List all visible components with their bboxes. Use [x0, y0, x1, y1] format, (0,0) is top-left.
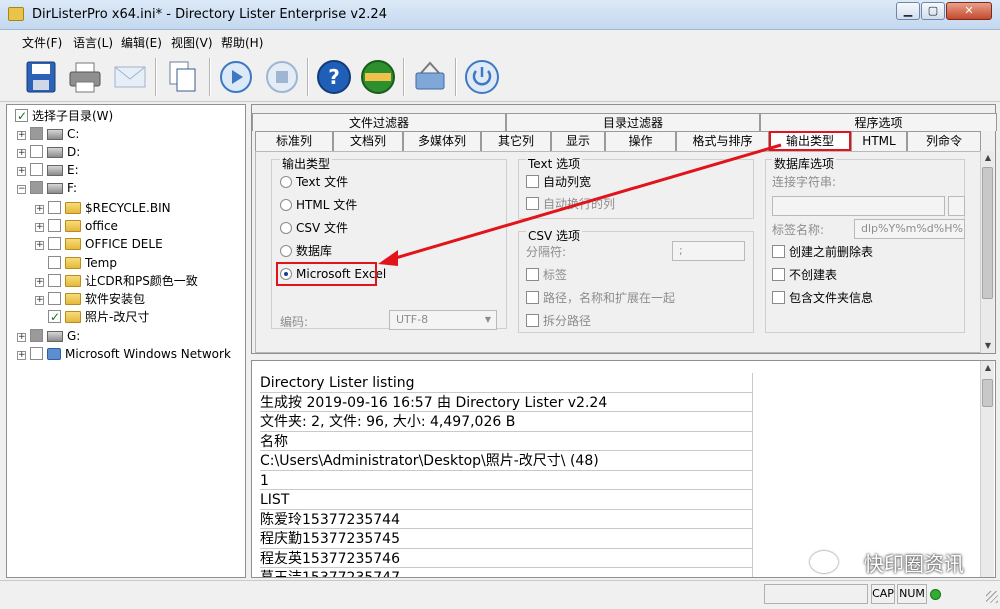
num-lock-indicator: NUM	[897, 584, 927, 604]
output-scrollbar[interactable]: ▲	[980, 361, 994, 577]
scroll-up-icon[interactable]: ▲	[981, 361, 995, 375]
output-line: 生成按 2019-09-16 16:57 由 Directory Lister …	[260, 393, 752, 412]
output-line: 名称	[260, 432, 752, 451]
status-bar: CAP NUM	[0, 580, 1000, 609]
output-line: 葛玉洁15377235747	[260, 568, 752, 577]
output-line: 程庆勤15377235745	[260, 529, 752, 549]
output-line: 文件夹: 2, 文件: 96, 大小: 4,497,026 B	[260, 412, 752, 432]
caps-lock-indicator: CAP	[871, 584, 895, 604]
column-divider	[752, 373, 753, 577]
output-line: Directory Lister listing	[260, 373, 752, 393]
wechat-logo-icon	[810, 551, 838, 573]
status-pane-empty	[764, 584, 868, 604]
output-line: 1	[260, 471, 752, 490]
output-line: C:\Users\Administrator\Desktop\照片-改尺寸\ (…	[260, 451, 752, 471]
resize-grip-icon[interactable]	[986, 591, 998, 603]
output-preview: Directory Lister listing 生成按 2019-09-16 …	[251, 360, 996, 578]
scroll-thumb[interactable]	[982, 379, 993, 407]
output-line: 陈爱玲15377235744	[260, 510, 752, 529]
output-line: LIST	[260, 490, 752, 510]
output-line: 程友英15377235746	[260, 549, 752, 568]
status-led-icon	[930, 589, 941, 600]
watermark-text: 快印圈资讯	[864, 552, 964, 576]
